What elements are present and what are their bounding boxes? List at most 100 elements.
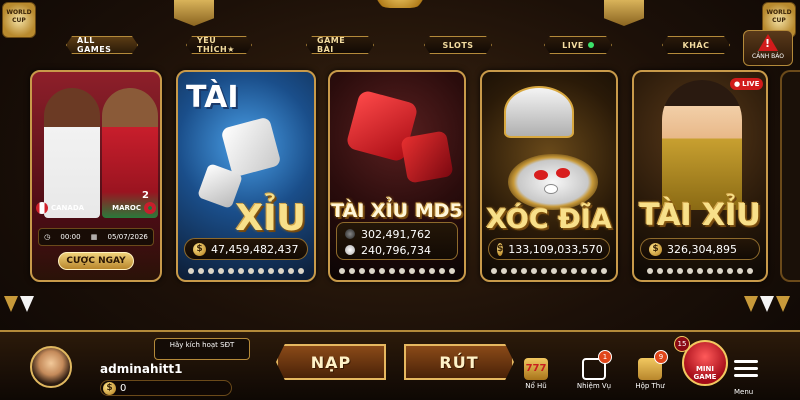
game-card-xoc-dia[interactable]: XÓC ĐĨA $ 133,109,033,570 bbox=[480, 70, 618, 282]
tab-other[interactable]: KHÁC bbox=[662, 36, 730, 54]
match-date: 05/07/2026 bbox=[107, 233, 148, 241]
dollar-coin-icon: $ bbox=[193, 242, 206, 256]
jackpot-777-icon: 777 bbox=[524, 358, 548, 380]
game-title: TÀI XỈU MD5 bbox=[331, 200, 463, 222]
game-title: TÀI XỈU bbox=[639, 198, 761, 233]
tab-label: GAME BÀI bbox=[317, 36, 346, 54]
minigame-badge: 15 bbox=[674, 336, 690, 352]
jackpot-display: $ 326,304,895 bbox=[640, 238, 760, 260]
warning-icon: ! bbox=[758, 34, 778, 51]
pennant-decoration bbox=[760, 296, 774, 312]
jackpot-display: $ 133,109,033,570 bbox=[488, 238, 610, 260]
dice-icon bbox=[220, 116, 282, 178]
pennant-decoration bbox=[744, 296, 758, 312]
deposit-button[interactable]: NẠP bbox=[276, 344, 386, 380]
jackpot-value: 240,796,734 bbox=[361, 243, 431, 257]
menu-label: Nhiệm Vụ bbox=[576, 382, 612, 390]
team-home: CANADA bbox=[51, 204, 85, 212]
clock-icon: ◷ bbox=[44, 233, 51, 241]
teams-row: CANADA MAROC bbox=[36, 200, 156, 216]
live-badge: ● LIVE bbox=[730, 78, 764, 90]
jackpot-display: 302,491,762 240,796,734 bbox=[336, 222, 458, 260]
bet-now-button[interactable]: CƯỢC NGAY bbox=[58, 252, 134, 270]
tab-favorites[interactable]: YÊU THÍCH★ bbox=[186, 36, 252, 54]
top-ornament-left bbox=[174, 0, 214, 26]
balance-display: $ 0 bbox=[100, 380, 232, 396]
minigame-label: GAME bbox=[693, 373, 717, 381]
menu-label: Hộp Thư bbox=[635, 382, 665, 390]
tab-label: LIVE bbox=[562, 40, 584, 50]
black-chip-icon bbox=[345, 229, 355, 239]
game-card-tai-xiu-live[interactable]: ● LIVE TÀI XỈU $ 326,304,895 bbox=[632, 70, 768, 282]
warning-label: CẢNH BÁO bbox=[751, 53, 785, 60]
match-card[interactable]: 2 ◷ 00:00 ▦ 05/07/2026 CƯỢC NGAY bbox=[30, 70, 162, 282]
game-title: XÓC ĐĨA bbox=[486, 204, 612, 235]
team-away: MAROC bbox=[112, 204, 141, 212]
player-image-home bbox=[44, 88, 100, 218]
match-time: 00:00 bbox=[60, 233, 81, 241]
menu-label: Menu bbox=[734, 388, 754, 396]
dollar-coin-icon: $ bbox=[649, 242, 662, 256]
worldcup-badge-left: WORLD CUP bbox=[2, 2, 36, 38]
notification-badge: 9 bbox=[654, 350, 668, 364]
white-coin-icon bbox=[544, 184, 558, 194]
white-chip-icon bbox=[345, 245, 355, 255]
jackpot-value: 47,459,482,437 bbox=[211, 242, 299, 256]
pennant-decoration bbox=[4, 296, 18, 312]
player-image-away bbox=[102, 88, 158, 218]
menu-icon-bar bbox=[734, 374, 758, 377]
user-avatar[interactable] bbox=[30, 346, 72, 388]
menu-mailbox[interactable]: Hộp Thư 9 bbox=[628, 350, 672, 390]
game-title-bottom: XỈU bbox=[235, 198, 306, 239]
plate-icon bbox=[508, 154, 598, 210]
game-title-top: TÀI bbox=[186, 80, 239, 115]
menu-icon-bar bbox=[734, 360, 758, 363]
notification-badge: 1 bbox=[598, 350, 612, 364]
username: adminahitt1 bbox=[100, 362, 183, 376]
jackpot-display: $ 47,459,482,437 bbox=[184, 238, 308, 260]
pennant-decoration bbox=[776, 296, 790, 312]
jackpot-dots bbox=[482, 268, 616, 274]
game-card-tai-xiu[interactable]: TÀI XỈU $ 47,459,482,437 bbox=[176, 70, 316, 282]
dollar-coin-icon: $ bbox=[103, 381, 116, 395]
top-ornament-right bbox=[604, 0, 644, 26]
dollar-coin-icon: $ bbox=[497, 242, 504, 256]
dealer-image bbox=[662, 80, 742, 210]
jackpot-value: 326,304,895 bbox=[667, 242, 737, 256]
tab-slots[interactable]: SLOTS bbox=[424, 36, 492, 54]
red-dice-icon bbox=[400, 130, 454, 184]
top-center-ornament bbox=[370, 0, 430, 8]
menu-missions[interactable]: Nhiệm Vụ 1 bbox=[572, 350, 616, 390]
live-indicator-icon bbox=[588, 42, 594, 48]
jackpot-dots bbox=[330, 268, 464, 274]
tab-label: SLOTS bbox=[442, 40, 474, 50]
match-info: ◷ 00:00 ▦ 05/07/2026 bbox=[38, 228, 154, 246]
menu-icon-bar bbox=[734, 367, 758, 370]
menu-button[interactable] bbox=[734, 360, 758, 381]
game-card-tai-xiu-md5[interactable]: TÀI XỈU MD5 302,491,762 240,796,734 bbox=[328, 70, 466, 282]
tab-live[interactable]: LIVE bbox=[544, 36, 612, 54]
warning-button[interactable]: ! CẢNH BÁO bbox=[743, 30, 793, 66]
jackpot-value: 133,109,033,570 bbox=[508, 242, 603, 256]
tab-card-games[interactable]: GAME BÀI bbox=[306, 36, 374, 54]
red-coin-icon bbox=[534, 170, 548, 180]
minigame-label: MINI bbox=[695, 365, 715, 373]
balance-value: 0 bbox=[120, 382, 127, 394]
tab-label: KHÁC bbox=[682, 40, 710, 50]
tab-label: ALL GAMES bbox=[77, 36, 112, 54]
tab-all-games[interactable]: ALL GAMES bbox=[66, 36, 138, 54]
jackpot-dots bbox=[178, 268, 314, 274]
morocco-flag-icon bbox=[144, 202, 156, 214]
jackpot-dots bbox=[634, 268, 766, 274]
menu-label: Nổ Hũ bbox=[525, 382, 547, 390]
activate-phone-button[interactable]: Hãy kích hoạt SĐT bbox=[154, 338, 250, 360]
next-card-peek bbox=[780, 70, 800, 282]
canada-flag-icon bbox=[36, 202, 48, 214]
menu-jackpot[interactable]: 777 Nổ Hũ bbox=[514, 358, 558, 390]
category-tabs: ALL GAMES YÊU THÍCH★ GAME BÀI SLOTS LIVE… bbox=[0, 36, 800, 56]
pennant-decoration bbox=[20, 296, 34, 312]
jackpot-value: 302,491,762 bbox=[361, 227, 431, 241]
red-coin-icon bbox=[556, 168, 570, 178]
tab-label: YÊU THÍCH★ bbox=[197, 36, 235, 54]
withdraw-button[interactable]: RÚT bbox=[404, 344, 514, 380]
